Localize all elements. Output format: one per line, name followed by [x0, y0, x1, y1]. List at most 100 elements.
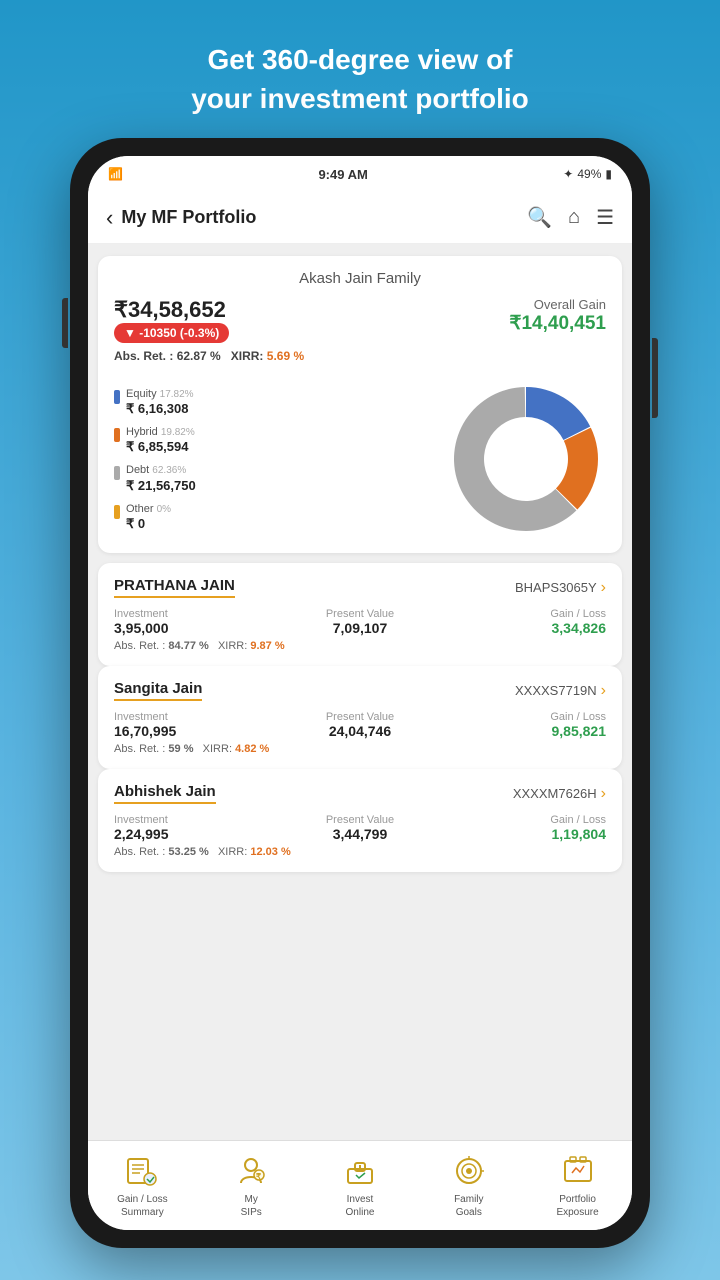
nav-left[interactable]: ‹ My MF Portfolio: [106, 205, 256, 231]
present-value-value: 24,04,746: [278, 723, 442, 739]
gain-loss-col: Gain / Loss 1,19,804: [442, 814, 606, 842]
member-abs-row: Abs. Ret. : 84.77 % XIRR: 9.87 %: [114, 640, 606, 652]
member-arrow-icon: ›: [601, 579, 606, 597]
member-stats-header: Investment 2,24,995 Present Value 3,44,7…: [114, 814, 606, 842]
overall-gain-label: Overall Gain: [509, 297, 606, 312]
total-value: ₹34,58,652: [114, 297, 304, 323]
member-pan[interactable]: XXXXM7626H ›: [513, 785, 606, 803]
investment-value: 16,70,995: [114, 723, 278, 739]
present-value-value: 3,44,799: [278, 826, 442, 842]
header-line2: your investment portfolio: [191, 83, 529, 114]
investment-value: 3,95,000: [114, 620, 278, 636]
xirr-label: XIRR:: [231, 349, 264, 363]
present-value-value: 7,09,107: [278, 620, 442, 636]
bottom-nav-item-portfolio-exposure[interactable]: PortfolioExposure: [523, 1153, 632, 1219]
status-right: ✦ 49% ▮: [563, 167, 612, 181]
gain-loss-value: 1,19,804: [442, 826, 606, 842]
investment-col: Investment 2,24,995: [114, 814, 278, 842]
legend-label: Debt 62.36%: [126, 463, 196, 477]
main-content: Akash Jain Family ₹34,58,652 ▼ -10350 (-…: [88, 244, 632, 1140]
member-abs-ret: 53.25 %: [168, 846, 208, 858]
legend-item-other: Other 0% ₹ 0: [114, 502, 436, 532]
bottom-nav-item-my-sips[interactable]: ₹ MySIPs: [197, 1153, 306, 1219]
phone-frame: 📶 9:49 AM ✦ 49% ▮ ‹ My MF Portfolio 🔍 ⌂ …: [70, 138, 650, 1248]
legend-dot: [114, 390, 120, 404]
investment-label: Investment: [114, 711, 278, 723]
members-container: PRATHANA JAIN BHAPS3065Y › Investment 3,…: [98, 563, 622, 872]
member-xirr: 9.87 %: [250, 640, 284, 652]
legend-amount: ₹ 6,85,594: [126, 439, 195, 455]
legend-dot: [114, 466, 120, 480]
back-icon[interactable]: ‹: [106, 205, 113, 231]
present-value-label: Present Value: [278, 711, 442, 723]
legend-label: Other 0%: [126, 502, 171, 516]
portfolio-summary-card: Akash Jain Family ₹34,58,652 ▼ -10350 (-…: [98, 256, 622, 553]
legend-item-equity: Equity 17.82% ₹ 6,16,308: [114, 387, 436, 417]
exposure-icon: [560, 1153, 596, 1189]
status-bar: 📶 9:49 AM ✦ 49% ▮: [88, 156, 632, 192]
gain-loss-label: Gain / Loss: [442, 711, 606, 723]
member-card-2: Abhishek Jain XXXXM7626H › Investment 2,…: [98, 769, 622, 872]
xirr-value: 5.69 %: [267, 349, 304, 363]
present-value-col: Present Value 3,44,799: [278, 814, 442, 842]
gain-loss-col: Gain / Loss 9,85,821: [442, 711, 606, 739]
gain-loss-label: Gain / Loss: [442, 814, 606, 826]
bottom-nav-item-invest-online[interactable]: InvestOnline: [306, 1153, 415, 1219]
legend: Equity 17.82% ₹ 6,16,308 Hybrid 19.82% ₹…: [114, 387, 436, 532]
search-icon[interactable]: 🔍: [527, 205, 552, 230]
gain-loss-icon: [124, 1153, 160, 1189]
sips-icon: ₹: [233, 1153, 269, 1189]
bottom-nav-label-gain-loss: Gain / LossSummary: [117, 1193, 168, 1219]
family-name: Akash Jain Family: [114, 270, 606, 287]
investment-value: 2,24,995: [114, 826, 278, 842]
member-abs-ret: 59 %: [168, 743, 193, 755]
gain-loss-value: 9,85,821: [442, 723, 606, 739]
legend-amount: ₹ 6,16,308: [126, 401, 194, 417]
member-abs-row: Abs. Ret. : 59 % XIRR: 4.82 %: [114, 743, 606, 755]
legend-label: Equity 17.82%: [126, 387, 194, 401]
bottom-nav-label-portfolio-exposure: PortfolioExposure: [556, 1193, 598, 1219]
member-pan[interactable]: XXXXS7719N ›: [515, 682, 606, 700]
invest-icon: [342, 1153, 378, 1189]
goals-icon: [451, 1153, 487, 1189]
present-value-col: Present Value 24,04,746: [278, 711, 442, 739]
member-pan[interactable]: BHAPS3065Y ›: [515, 579, 606, 597]
bottom-nav-item-family-goals[interactable]: FamilyGoals: [414, 1153, 523, 1219]
gain-loss-label: Gain / Loss: [442, 608, 606, 620]
abs-ret-label: Abs. Ret. :: [114, 349, 173, 363]
donut-chart: [446, 379, 606, 539]
member-abs-ret: 84.77 %: [168, 640, 208, 652]
member-arrow-icon: ›: [601, 682, 606, 700]
investment-col: Investment 16,70,995: [114, 711, 278, 739]
investment-label: Investment: [114, 814, 278, 826]
legend-item-debt: Debt 62.36% ₹ 21,56,750: [114, 463, 436, 493]
member-name: PRATHANA JAIN: [114, 577, 235, 598]
member-xirr: 4.82 %: [235, 743, 269, 755]
nav-title: My MF Portfolio: [121, 207, 256, 228]
legend-dot: [114, 505, 120, 519]
change-badge: ▼ -10350 (-0.3%): [114, 323, 229, 343]
present-value-label: Present Value: [278, 608, 442, 620]
svg-text:₹: ₹: [256, 1172, 261, 1181]
gain-loss-col: Gain / Loss 3,34,826: [442, 608, 606, 636]
legend-label: Hybrid 19.82%: [126, 425, 195, 439]
member-header: Abhishek Jain XXXXM7626H ›: [114, 783, 606, 804]
present-value-label: Present Value: [278, 814, 442, 826]
member-card-0: PRATHANA JAIN BHAPS3065Y › Investment 3,…: [98, 563, 622, 666]
member-stats-header: Investment 16,70,995 Present Value 24,04…: [114, 711, 606, 739]
bottom-nav-label-my-sips: MySIPs: [241, 1193, 262, 1219]
bottom-nav-item-gain-loss[interactable]: Gain / LossSummary: [88, 1153, 197, 1219]
bottom-nav-label-invest-online: InvestOnline: [346, 1193, 375, 1219]
legend-amount: ₹ 0: [126, 516, 171, 532]
member-header: Sangita Jain XXXXS7719N ›: [114, 680, 606, 701]
present-value-col: Present Value 7,09,107: [278, 608, 442, 636]
abs-xirr-row: Abs. Ret. : 62.87 % XIRR: 5.69 %: [114, 349, 304, 363]
header-line1: Get 360-degree view of: [207, 44, 512, 75]
member-xirr: 12.03 %: [250, 846, 290, 858]
member-abs-row: Abs. Ret. : 53.25 % XIRR: 12.03 %: [114, 846, 606, 858]
member-card-1: Sangita Jain XXXXS7719N › Investment 16,…: [98, 666, 622, 769]
app-header: Get 360-degree view of your investment p…: [191, 40, 529, 118]
status-time: 9:49 AM: [318, 167, 367, 182]
menu-icon[interactable]: ☰: [596, 205, 614, 230]
home-icon[interactable]: ⌂: [568, 206, 580, 229]
